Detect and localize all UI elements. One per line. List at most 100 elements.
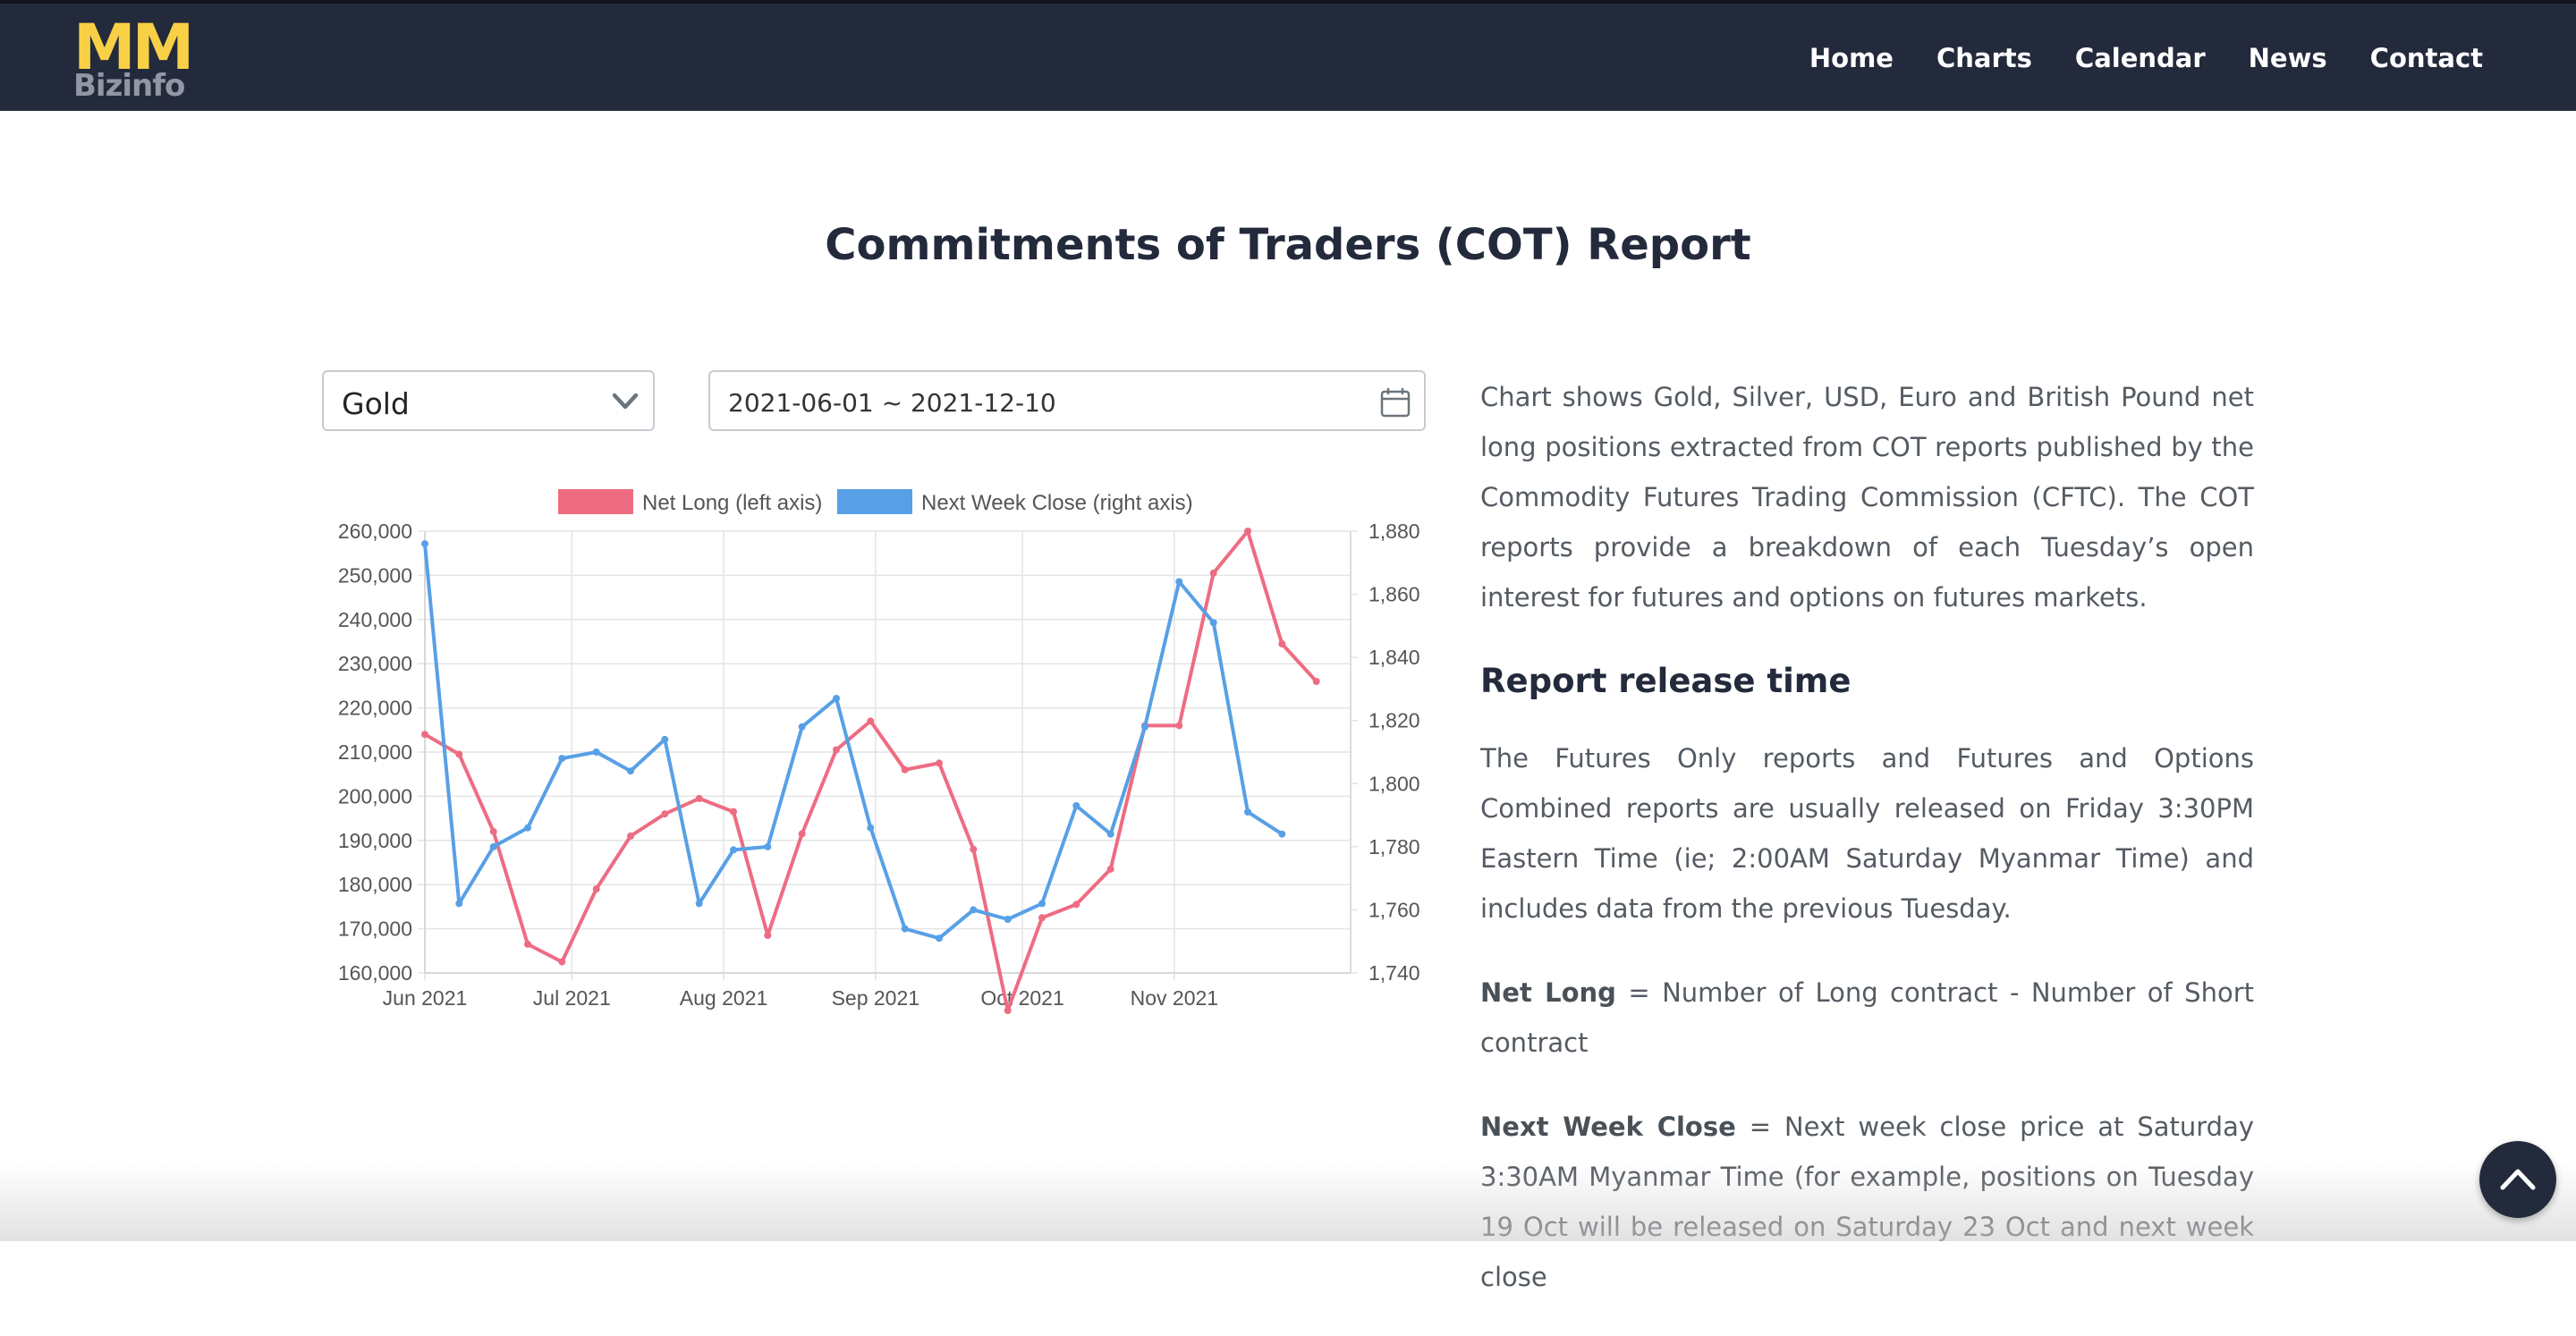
right-axis-tick: 1,860 bbox=[1368, 583, 1420, 606]
series-line-net-long bbox=[423, 529, 1318, 1012]
x-axis-tick: Oct 2021 bbox=[980, 986, 1063, 1010]
nav-calendar[interactable]: Calendar bbox=[2075, 43, 2206, 73]
data-point bbox=[1106, 830, 1114, 838]
chart-series bbox=[421, 528, 1320, 1014]
bottom-fade bbox=[0, 1163, 2576, 1241]
commodity-select[interactable]: Gold bbox=[322, 370, 655, 431]
series-line-next-week-close bbox=[423, 543, 1284, 941]
data-point bbox=[1175, 722, 1183, 730]
right-axis-tick: 1,740 bbox=[1368, 961, 1420, 985]
data-point bbox=[695, 794, 703, 802]
data-point bbox=[764, 842, 772, 850]
data-point bbox=[1106, 865, 1114, 873]
data-point bbox=[764, 932, 772, 939]
data-point bbox=[455, 750, 463, 758]
data-point bbox=[730, 808, 737, 816]
data-point bbox=[1278, 830, 1286, 838]
data-point bbox=[1244, 808, 1251, 816]
data-point bbox=[627, 832, 634, 840]
page-title: Commitments of Traders (COT) Report bbox=[825, 220, 1751, 270]
data-point bbox=[421, 731, 428, 739]
left-axis-tick: 210,000 bbox=[338, 740, 412, 764]
chart-legend: Net Long (left axis) Next Week Close (rig… bbox=[558, 489, 1193, 515]
data-point bbox=[1209, 569, 1217, 577]
data-point bbox=[1038, 900, 1046, 908]
data-point bbox=[1038, 914, 1046, 922]
data-point bbox=[798, 723, 806, 731]
intro-paragraph: Chart shows Gold, Silver, USD, Euro and … bbox=[1480, 382, 2254, 613]
cot-line-chart: Net Long (left axis) Next Week Close (rig… bbox=[338, 489, 1420, 1014]
left-axis-tick: 170,000 bbox=[338, 917, 412, 941]
data-point bbox=[1175, 578, 1183, 586]
x-axis-tick: Jul 2021 bbox=[533, 986, 611, 1010]
left-axis-labels: 260,000 250,000 240,000 230,000 220,000 210,0… bbox=[338, 520, 412, 985]
commodity-select-value: Gold bbox=[342, 386, 410, 421]
data-point bbox=[798, 830, 806, 838]
x-axis-tick: Sep 2021 bbox=[832, 986, 919, 1010]
date-range-input[interactable]: 2021-06-01 ~ 2021-12-10 bbox=[708, 370, 1426, 431]
legend-swatch bbox=[558, 489, 633, 514]
data-point bbox=[592, 748, 600, 756]
data-point bbox=[661, 735, 669, 743]
x-axis-labels: Jun 2021 Jul 2021 Aug 2021 Sep 2021 Oct 2021… bbox=[383, 986, 1218, 1010]
nav-home[interactable]: Home bbox=[1809, 43, 1894, 73]
data-point bbox=[592, 885, 600, 893]
data-point bbox=[730, 846, 737, 854]
arrow-up-icon bbox=[2500, 1169, 2536, 1190]
x-axis-tick: Jun 2021 bbox=[383, 986, 468, 1010]
nav-charts[interactable]: Charts bbox=[1936, 43, 2032, 73]
x-axis-tick: Nov 2021 bbox=[1131, 986, 1218, 1010]
main-nav: Home Charts Calendar News Contact bbox=[1809, 43, 2483, 73]
data-point bbox=[1209, 619, 1217, 627]
data-point bbox=[901, 925, 909, 933]
data-point bbox=[970, 906, 978, 914]
data-point bbox=[1244, 528, 1251, 535]
data-point bbox=[695, 900, 703, 908]
logo-wordmark: Bizinfo bbox=[73, 68, 185, 104]
data-point bbox=[1312, 678, 1320, 685]
right-axis-tick: 1,820 bbox=[1368, 709, 1420, 732]
data-point bbox=[524, 940, 531, 948]
next-week-close-term: Next Week Close bbox=[1480, 1112, 1736, 1142]
data-point bbox=[627, 767, 634, 775]
net-long-term: Net Long bbox=[1480, 977, 1616, 1008]
chart-grid bbox=[418, 530, 1358, 980]
x-axis-tick: Aug 2021 bbox=[680, 986, 767, 1010]
left-axis-tick: 190,000 bbox=[338, 829, 412, 852]
left-axis-tick: 240,000 bbox=[338, 608, 412, 631]
data-point bbox=[489, 842, 497, 850]
data-point bbox=[1278, 640, 1286, 647]
calendar-icon[interactable] bbox=[1379, 386, 1411, 419]
data-point bbox=[833, 695, 840, 702]
nav-news[interactable]: News bbox=[2249, 43, 2327, 73]
left-axis-tick: 260,000 bbox=[338, 520, 412, 543]
legend-swatch bbox=[837, 489, 912, 514]
legend-label: Net Long (left axis) bbox=[642, 491, 822, 515]
date-range-value: 2021-06-01 ~ 2021-12-10 bbox=[728, 388, 1056, 418]
legend-label: Next Week Close (right axis) bbox=[921, 491, 1193, 515]
chevron-down-icon bbox=[612, 393, 639, 410]
right-axis-tick: 1,800 bbox=[1368, 772, 1420, 795]
navbar: MM Bizinfo Home Charts Calendar News Con… bbox=[0, 0, 2576, 111]
back-to-top-button[interactable] bbox=[2479, 1141, 2556, 1218]
right-axis-tick: 1,760 bbox=[1368, 898, 1420, 921]
data-point bbox=[867, 717, 875, 725]
net-long-definition: Net Long = Number of Long contract - Num… bbox=[1480, 968, 2254, 1068]
data-point bbox=[558, 755, 566, 763]
right-axis-tick: 1,840 bbox=[1368, 646, 1420, 669]
right-axis-labels: 1,880 1,860 1,840 1,820 1,800 1,780 1,760 1,740 bbox=[1368, 520, 1420, 985]
data-point bbox=[421, 540, 428, 548]
site-logo[interactable]: MM Bizinfo bbox=[72, 11, 197, 106]
nav-contact[interactable]: Contact bbox=[2370, 43, 2483, 73]
data-point bbox=[524, 824, 531, 832]
data-point bbox=[901, 765, 909, 774]
data-point bbox=[936, 759, 943, 767]
right-axis-tick: 1,780 bbox=[1368, 835, 1420, 858]
right-axis-tick: 1,880 bbox=[1368, 520, 1420, 543]
release-heading: Report release time bbox=[1480, 662, 1852, 700]
data-point bbox=[558, 958, 566, 966]
data-point bbox=[455, 900, 463, 908]
left-axis-tick: 160,000 bbox=[338, 961, 412, 985]
left-axis-tick: 200,000 bbox=[338, 784, 412, 808]
data-point bbox=[867, 824, 875, 832]
